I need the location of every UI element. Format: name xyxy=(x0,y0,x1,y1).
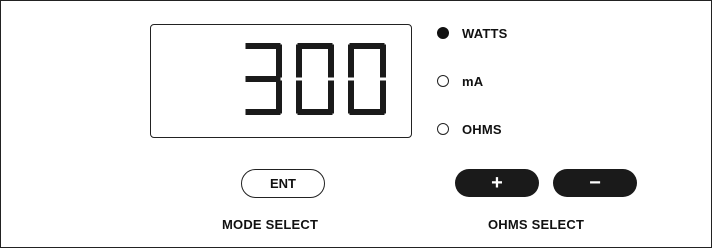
lcd-segment xyxy=(348,44,354,78)
plus-icon: + xyxy=(491,172,503,194)
mode-label-watts: WATTS xyxy=(462,25,508,41)
lcd-segment xyxy=(380,44,386,78)
mode-select-label: MODE SELECT xyxy=(222,217,319,232)
ohms-increase-button[interactable]: + xyxy=(455,169,539,197)
lcd-segment xyxy=(349,43,385,49)
minus-icon: − xyxy=(589,172,601,194)
lcd-segment xyxy=(328,44,334,78)
lcd-segment xyxy=(380,80,386,114)
lcd-display xyxy=(150,24,412,138)
watts-radio-indicator[interactable] xyxy=(437,27,449,39)
lcd-segment xyxy=(245,43,281,49)
mode-label-ma: mA xyxy=(462,73,484,89)
mode-label-ohms: OHMS xyxy=(462,121,502,137)
ohms-select-label: OHMS SELECT xyxy=(488,217,585,232)
lcd-segment xyxy=(296,44,302,78)
lcd-segment xyxy=(296,80,302,114)
mode-option-watts[interactable]: WATTS xyxy=(437,25,508,41)
lcd-segment xyxy=(328,80,334,114)
mode-option-ohms[interactable]: OHMS xyxy=(437,121,502,137)
lcd-segment xyxy=(349,109,385,115)
ohms-decrease-button[interactable]: − xyxy=(553,169,637,197)
mode-option-ma[interactable]: mA xyxy=(437,73,483,89)
lcd-segment xyxy=(297,43,333,49)
control-panel: WATTS mA OHMS ENT + − MODE SELECT OHMS S… xyxy=(0,0,712,248)
lcd-segment xyxy=(348,80,354,114)
lcd-segment xyxy=(276,80,282,114)
lcd-segment xyxy=(276,44,282,78)
ohms-radio-indicator[interactable] xyxy=(437,123,449,135)
ma-radio-indicator[interactable] xyxy=(437,75,449,87)
lcd-digits xyxy=(245,43,386,115)
enter-button-label: ENT xyxy=(270,176,296,191)
enter-button[interactable]: ENT xyxy=(241,169,325,198)
lcd-segment xyxy=(245,76,281,82)
lcd-segment xyxy=(297,109,333,115)
lcd-segment xyxy=(245,109,281,115)
